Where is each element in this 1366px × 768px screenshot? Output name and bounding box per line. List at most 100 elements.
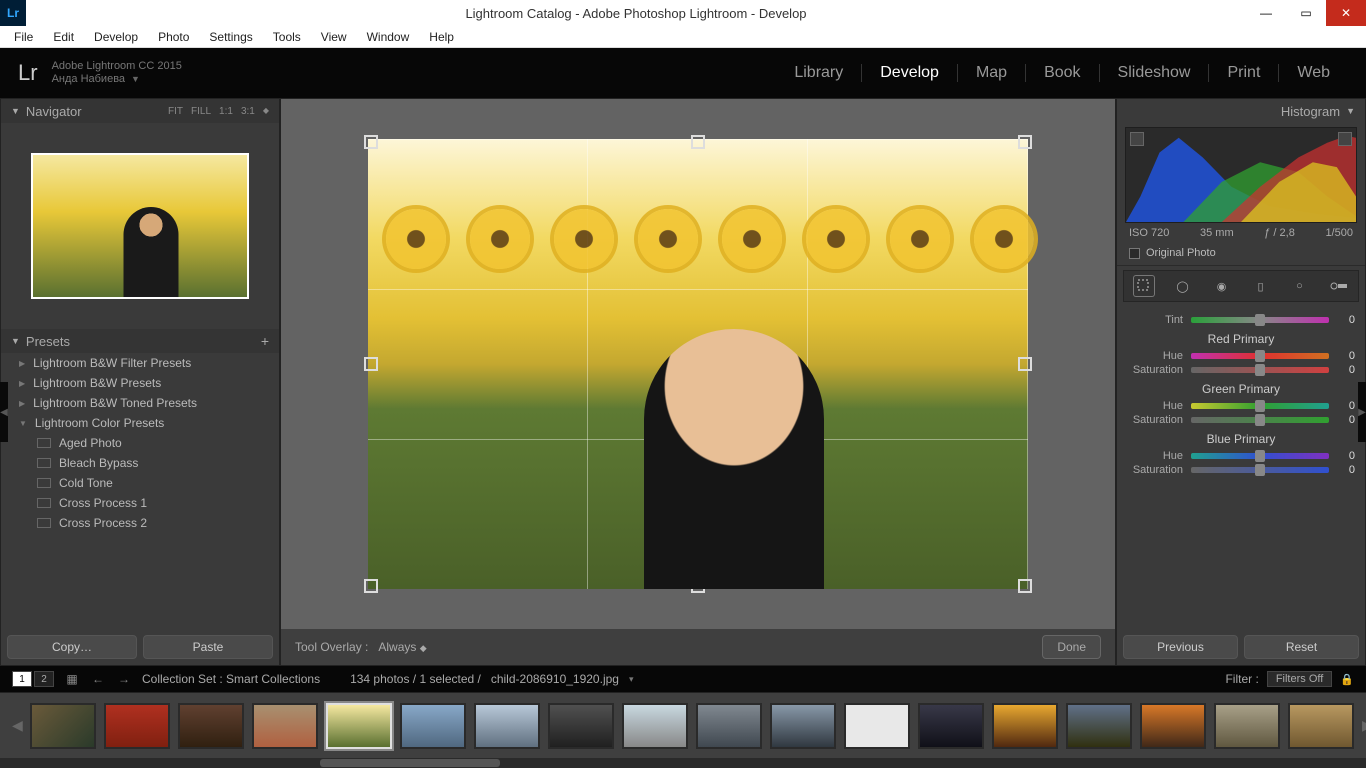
secondary-display-toggle[interactable]: 1 2 [12, 671, 54, 687]
canvas[interactable] [281, 99, 1115, 629]
tool-overlay-dropdown[interactable]: Always ◆ [378, 640, 426, 654]
zoom-3to1[interactable]: 3:1 [241, 106, 255, 117]
slider-track[interactable] [1191, 453, 1329, 459]
shadow-clipping-icon[interactable] [1130, 132, 1144, 146]
zoom-more-icon[interactable]: ◆ [263, 106, 269, 117]
module-book[interactable]: Book [1026, 64, 1099, 82]
filmstrip-thumb[interactable] [474, 703, 540, 749]
left-panel-collapse[interactable]: ◀ [0, 382, 8, 442]
filmstrip-thumb[interactable] [770, 703, 836, 749]
slider-value[interactable]: 0 [1337, 400, 1355, 412]
window-minimize-button[interactable]: — [1246, 0, 1286, 26]
copy-button[interactable]: Copy… [7, 635, 137, 659]
slider-value[interactable]: 0 [1337, 364, 1355, 376]
module-library[interactable]: Library [776, 64, 862, 82]
preset-item[interactable]: Aged Photo [1, 433, 279, 453]
slider-value[interactable]: 0 [1337, 450, 1355, 462]
filter-dropdown[interactable]: Filters Off [1267, 671, 1332, 687]
menu-photo[interactable]: Photo [148, 28, 199, 46]
redeye-tool-icon[interactable]: ◉ [1211, 275, 1233, 297]
done-button[interactable]: Done [1042, 635, 1101, 659]
module-slideshow[interactable]: Slideshow [1100, 64, 1210, 82]
blue-hue-slider[interactable]: Hue0 [1127, 450, 1355, 462]
filmstrip-left-icon[interactable]: ◀ [12, 717, 22, 734]
filmstrip-thumb[interactable] [918, 703, 984, 749]
photo-preview[interactable] [368, 139, 1028, 589]
menu-help[interactable]: Help [419, 28, 464, 46]
green-hue-slider[interactable]: Hue0 [1127, 400, 1355, 412]
filmstrip-thumb[interactable] [104, 703, 170, 749]
window-close-button[interactable]: ✕ [1326, 0, 1366, 26]
filmstrip-right-icon[interactable]: ▶ [1362, 717, 1366, 734]
filmstrip-thumb-selected[interactable] [326, 703, 392, 749]
zoom-fill[interactable]: FILL [191, 106, 211, 117]
presets-header[interactable]: ▼ Presets + [1, 329, 279, 353]
filmstrip-thumb[interactable] [1066, 703, 1132, 749]
brush-tool-icon[interactable] [1328, 275, 1350, 297]
filmstrip-thumb[interactable] [252, 703, 318, 749]
slider-track[interactable] [1191, 467, 1329, 473]
radial-tool-icon[interactable]: ○ [1289, 275, 1311, 297]
module-web[interactable]: Web [1279, 64, 1348, 82]
chevron-down-icon[interactable]: ▾ [629, 674, 634, 685]
filmstrip-thumb[interactable] [548, 703, 614, 749]
reset-button[interactable]: Reset [1244, 635, 1359, 659]
histogram[interactable] [1125, 127, 1357, 223]
filmstrip-thumb[interactable] [622, 703, 688, 749]
menu-file[interactable]: File [4, 28, 43, 46]
menu-view[interactable]: View [311, 28, 357, 46]
preset-group[interactable]: ▶Lightroom B&W Filter Presets [1, 353, 279, 373]
go-forward-icon[interactable]: → [116, 671, 132, 687]
blue-sat-slider[interactable]: Saturation0 [1127, 464, 1355, 476]
green-sat-slider[interactable]: Saturation0 [1127, 414, 1355, 426]
current-filename[interactable]: child-2086910_1920.jpg [491, 672, 619, 686]
preset-group[interactable]: ▶Lightroom B&W Presets [1, 373, 279, 393]
filmstrip-thumb[interactable] [844, 703, 910, 749]
right-panel-collapse[interactable]: ▶ [1358, 382, 1366, 442]
preset-group[interactable]: ▼Lightroom Color Presets [1, 413, 279, 433]
slider-value[interactable]: 0 [1337, 314, 1355, 326]
zoom-1to1[interactable]: 1:1 [219, 106, 233, 117]
navigator-header[interactable]: ▼ Navigator FIT FILL 1:1 3:1 ◆ [1, 99, 279, 123]
slider-track[interactable] [1191, 353, 1329, 359]
filmstrip-thumb[interactable] [178, 703, 244, 749]
collection-label[interactable]: Collection Set : Smart Collections [142, 672, 320, 686]
menu-edit[interactable]: Edit [43, 28, 84, 46]
menu-develop[interactable]: Develop [84, 28, 148, 46]
filmstrip-thumb[interactable] [1140, 703, 1206, 749]
filmstrip-thumb[interactable] [400, 703, 466, 749]
go-back-icon[interactable]: ← [90, 671, 106, 687]
scrollbar-handle[interactable] [320, 759, 500, 767]
grid-view-icon[interactable]: ▦ [64, 671, 80, 687]
slider-value[interactable]: 0 [1337, 414, 1355, 426]
menu-tools[interactable]: Tools [263, 28, 311, 46]
slider-value[interactable]: 0 [1337, 464, 1355, 476]
paste-button[interactable]: Paste [143, 635, 273, 659]
checkbox-icon[interactable] [1129, 248, 1140, 259]
module-print[interactable]: Print [1209, 64, 1279, 82]
preset-item[interactable]: Bleach Bypass [1, 453, 279, 473]
red-sat-slider[interactable]: Saturation0 [1127, 364, 1355, 376]
filter-lock-icon[interactable]: 🔒 [1340, 673, 1354, 686]
filmstrip-thumb[interactable] [1288, 703, 1354, 749]
original-photo-row[interactable]: Original Photo [1117, 243, 1365, 266]
slider-track[interactable] [1191, 403, 1329, 409]
chevron-down-icon[interactable]: ▼ [131, 73, 140, 86]
preset-group[interactable]: ▶Lightroom B&W Toned Presets [1, 393, 279, 413]
filmstrip[interactable]: ◀ ▶ [0, 692, 1366, 758]
menu-window[interactable]: Window [357, 28, 420, 46]
navigator-thumbnail[interactable] [31, 153, 249, 299]
histogram-header[interactable]: Histogram ▼ [1117, 99, 1365, 123]
slider-track[interactable] [1191, 417, 1329, 423]
zoom-fit[interactable]: FIT [168, 106, 183, 117]
red-hue-slider[interactable]: Hue0 [1127, 350, 1355, 362]
preset-item[interactable]: Cross Process 2 [1, 513, 279, 533]
preset-item[interactable]: Cross Process 1 [1, 493, 279, 513]
filmstrip-thumb[interactable] [992, 703, 1058, 749]
filmstrip-thumb[interactable] [1214, 703, 1280, 749]
spot-tool-icon[interactable]: ◯ [1172, 275, 1194, 297]
display-1-button[interactable]: 1 [12, 671, 32, 687]
filmstrip-scrollbar[interactable] [0, 758, 1366, 768]
previous-button[interactable]: Previous [1123, 635, 1238, 659]
slider-track[interactable] [1191, 317, 1329, 323]
